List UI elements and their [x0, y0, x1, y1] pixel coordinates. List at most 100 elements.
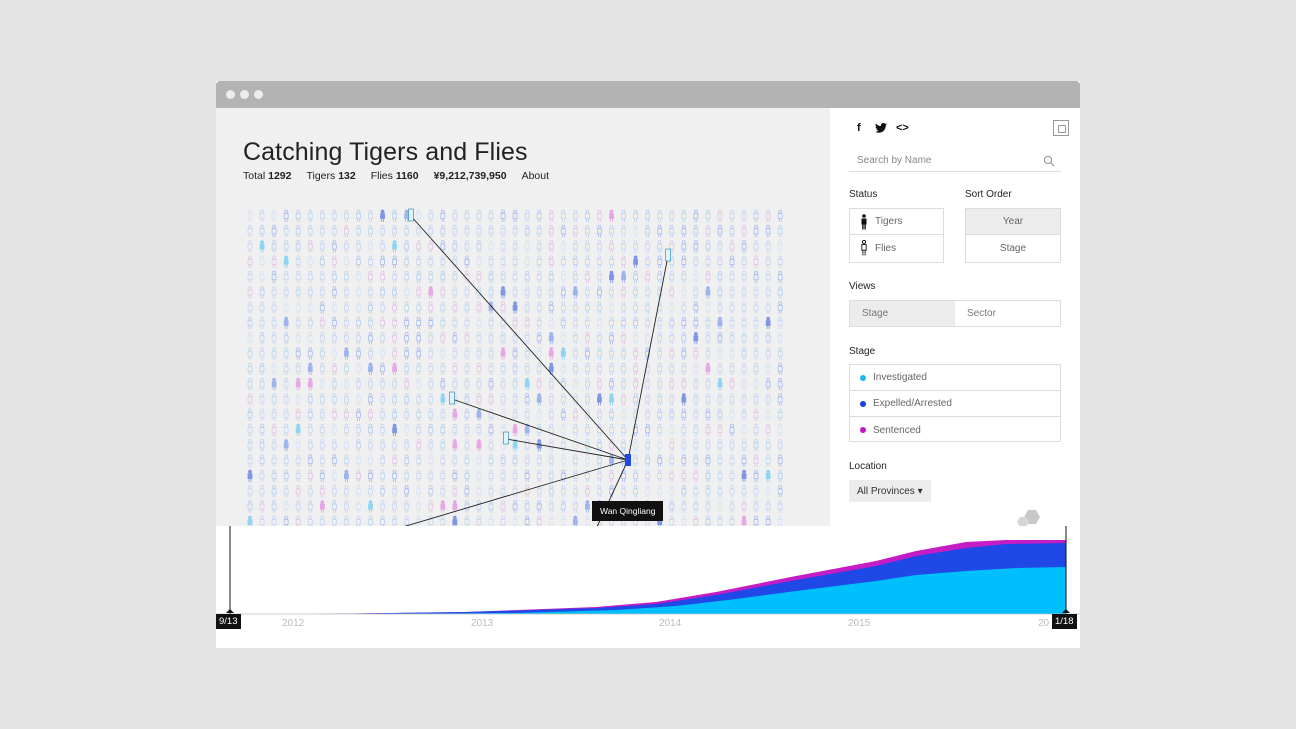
- person-figure-icon[interactable]: [669, 301, 675, 314]
- person-figure-icon[interactable]: [295, 255, 301, 268]
- person-figure-icon[interactable]: [536, 439, 542, 452]
- person-figure-icon[interactable]: [452, 286, 458, 299]
- person-figure-icon[interactable]: [259, 209, 265, 222]
- person-figure-icon[interactable]: [259, 515, 265, 526]
- person-figure-icon[interactable]: [356, 439, 361, 452]
- person-figure-icon[interactable]: [512, 469, 518, 483]
- person-figure-icon[interactable]: [271, 255, 277, 268]
- person-figure-icon[interactable]: [368, 301, 373, 314]
- person-figure-icon[interactable]: [584, 224, 590, 238]
- person-figure-icon[interactable]: [356, 255, 361, 268]
- person-figure-icon[interactable]: [524, 500, 530, 513]
- person-figure-icon[interactable]: [765, 240, 771, 253]
- person-figure-icon[interactable]: [307, 270, 313, 284]
- person-figure-icon[interactable]: [247, 515, 253, 526]
- person-figure-icon[interactable]: [283, 331, 289, 345]
- person-figure-icon[interactable]: [717, 439, 723, 452]
- person-figure-icon[interactable]: [597, 316, 602, 330]
- person-figure-icon[interactable]: [464, 316, 470, 330]
- person-figure-icon[interactable]: [319, 240, 325, 253]
- person-figure-icon[interactable]: [440, 255, 446, 268]
- person-figure-icon[interactable]: [452, 362, 458, 375]
- person-figure-icon[interactable]: [524, 393, 530, 406]
- person-figure-icon[interactable]: [729, 270, 735, 284]
- person-figure-icon[interactable]: [440, 301, 446, 314]
- person-figure-icon[interactable]: [488, 408, 494, 421]
- person-figure-icon[interactable]: [536, 393, 542, 406]
- person-figure-icon[interactable]: [319, 515, 325, 526]
- person-figure-icon[interactable]: [705, 393, 711, 406]
- person-figure-icon[interactable]: [428, 377, 434, 391]
- person-figure-icon[interactable]: [633, 224, 639, 238]
- person-figure-icon[interactable]: [753, 408, 759, 421]
- person-figure-icon[interactable]: [452, 377, 458, 391]
- person-figure-icon[interactable]: [597, 408, 602, 421]
- person-figure-icon[interactable]: [452, 301, 458, 314]
- person-figure-icon[interactable]: [645, 316, 651, 330]
- person-figure-icon[interactable]: [633, 347, 639, 360]
- person-figure-icon[interactable]: [645, 286, 651, 299]
- person-figure-icon[interactable]: [368, 270, 373, 284]
- person-figure-icon[interactable]: [368, 377, 373, 391]
- person-figure-icon[interactable]: [476, 331, 482, 345]
- person-figure-icon[interactable]: [548, 270, 554, 284]
- person-figure-icon[interactable]: [572, 240, 578, 253]
- person-figure-icon[interactable]: [307, 347, 313, 360]
- person-figure-icon[interactable]: [621, 484, 626, 498]
- person-figure-icon[interactable]: [693, 270, 699, 284]
- person-figure-icon[interactable]: [536, 240, 542, 253]
- person-figure-icon[interactable]: [343, 515, 349, 526]
- person-figure-icon[interactable]: [536, 331, 542, 345]
- person-figure-icon[interactable]: [331, 209, 337, 222]
- person-figure-icon[interactable]: [247, 255, 253, 268]
- person-figure-icon[interactable]: [741, 301, 747, 314]
- person-figure-icon[interactable]: [283, 316, 289, 330]
- person-figure-icon[interactable]: [259, 377, 265, 391]
- person-figure-icon[interactable]: [633, 316, 639, 330]
- person-figure-icon[interactable]: [247, 408, 253, 421]
- person-figure-icon[interactable]: [597, 469, 602, 483]
- person-figure-icon[interactable]: [368, 209, 373, 222]
- person-figure-icon[interactable]: [464, 362, 470, 375]
- person-figure-icon[interactable]: [283, 408, 289, 421]
- person-figure-icon[interactable]: [609, 224, 614, 238]
- person-figure-icon[interactable]: [524, 515, 530, 526]
- window-maximize-dot[interactable]: [254, 90, 263, 99]
- person-figure-icon[interactable]: [609, 270, 614, 284]
- person-figure-icon[interactable]: [777, 393, 783, 406]
- person-figure-icon[interactable]: [307, 454, 313, 467]
- person-figure-icon[interactable]: [356, 500, 361, 513]
- person-figure-icon[interactable]: [765, 362, 771, 375]
- person-figure-icon[interactable]: [392, 423, 398, 437]
- person-figure-icon[interactable]: [681, 515, 687, 526]
- person-figure-icon[interactable]: [464, 331, 470, 345]
- person-figure-icon[interactable]: [283, 209, 289, 222]
- person-figure-icon[interactable]: [404, 331, 410, 345]
- person-figure-icon[interactable]: [380, 331, 385, 345]
- facebook-icon[interactable]: f: [857, 122, 861, 134]
- person-figure-icon[interactable]: [464, 377, 470, 391]
- person-figure-icon[interactable]: [428, 240, 434, 253]
- person-figure-icon[interactable]: [609, 362, 614, 375]
- person-figure-icon[interactable]: [464, 286, 470, 299]
- person-figure-icon[interactable]: [380, 362, 385, 375]
- person-figure-icon[interactable]: [488, 377, 494, 391]
- person-figure-icon[interactable]: [271, 484, 277, 498]
- person-figure-icon[interactable]: [729, 347, 735, 360]
- person-figure-icon[interactable]: [597, 362, 602, 375]
- person-figure-icon[interactable]: [548, 408, 554, 421]
- person-figure-icon[interactable]: [621, 362, 626, 375]
- person-figure-icon[interactable]: [681, 484, 687, 498]
- person-figure-icon[interactable]: [331, 347, 337, 360]
- person-figure-icon[interactable]: [693, 454, 699, 467]
- person-figure-icon[interactable]: [416, 331, 422, 345]
- person-figure-icon[interactable]: [512, 454, 518, 467]
- person-figure-icon[interactable]: [729, 224, 735, 238]
- person-figure-icon[interactable]: [464, 515, 470, 526]
- person-figure-icon[interactable]: [488, 209, 494, 222]
- person-figure-icon[interactable]: [368, 255, 373, 268]
- person-figure-icon[interactable]: [621, 316, 626, 330]
- person-figure-icon[interactable]: [259, 469, 265, 483]
- person-figure-icon[interactable]: [404, 500, 410, 513]
- person-figure-icon[interactable]: [572, 377, 578, 391]
